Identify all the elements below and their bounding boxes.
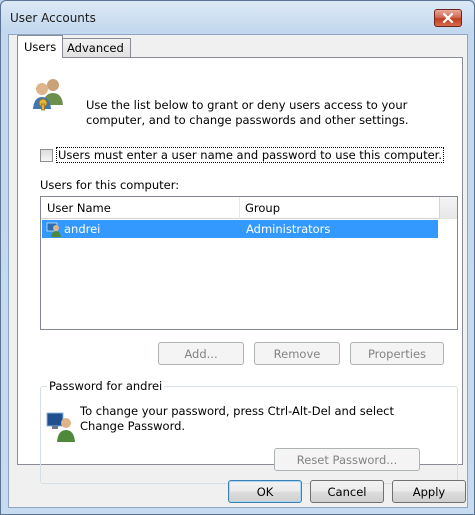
user-name-cell: andrei [64,222,101,236]
users-listview[interactable]: User Name Group andrei Administrators [40,196,458,330]
ok-button[interactable]: OK [228,480,302,503]
intro-text: Use the list below to grant or deny user… [86,98,409,127]
password-user-icon [46,412,75,442]
column-header-group[interactable]: Group [239,197,439,219]
remove-button[interactable]: Remove [254,342,340,365]
group-cell: Administrators [246,222,331,236]
close-button[interactable] [434,9,462,27]
column-group-label: Group [245,201,281,215]
tab-users[interactable]: Users [17,35,64,58]
tab-advanced-label: Advanced [67,41,124,55]
listview-scrollbar-corner [439,197,457,219]
listview-header: User Name Group [41,197,439,219]
add-button[interactable]: Add... [158,342,244,365]
tab-users-label: Users [24,40,57,54]
users-icon [33,79,63,111]
users-tab-panel: Use the list below to grant or deny user… [17,57,463,484]
password-instructions: To change your password, press Ctrl-Alt-… [80,404,394,433]
reset-password-button[interactable]: Reset Password... [274,448,420,471]
column-user-name-label: User Name [47,201,111,215]
tab-advanced[interactable]: Advanced [60,38,131,57]
column-header-user-name[interactable]: User Name [41,197,239,219]
users-for-computer-label: Users for this computer: [40,178,180,192]
require-login-label[interactable]: Users must enter a user name and passwor… [55,147,445,163]
require-login-row[interactable]: Users must enter a user name and passwor… [40,147,445,163]
require-login-checkbox[interactable] [40,148,53,162]
apply-button[interactable]: Apply [392,480,466,503]
cancel-button[interactable]: Cancel [310,480,384,503]
dialog-client-area: Users Advanced Use the list below to gra… [8,34,468,508]
user-accounts-window: User Accounts Users Advanced Use the lis… [0,0,475,515]
close-icon [442,13,454,23]
user-icon [46,222,61,237]
table-row[interactable]: andrei Administrators [42,220,438,238]
password-group-title: Password for andrei [47,379,165,393]
properties-button[interactable]: Properties [350,342,444,365]
window-title: User Accounts [10,11,96,25]
